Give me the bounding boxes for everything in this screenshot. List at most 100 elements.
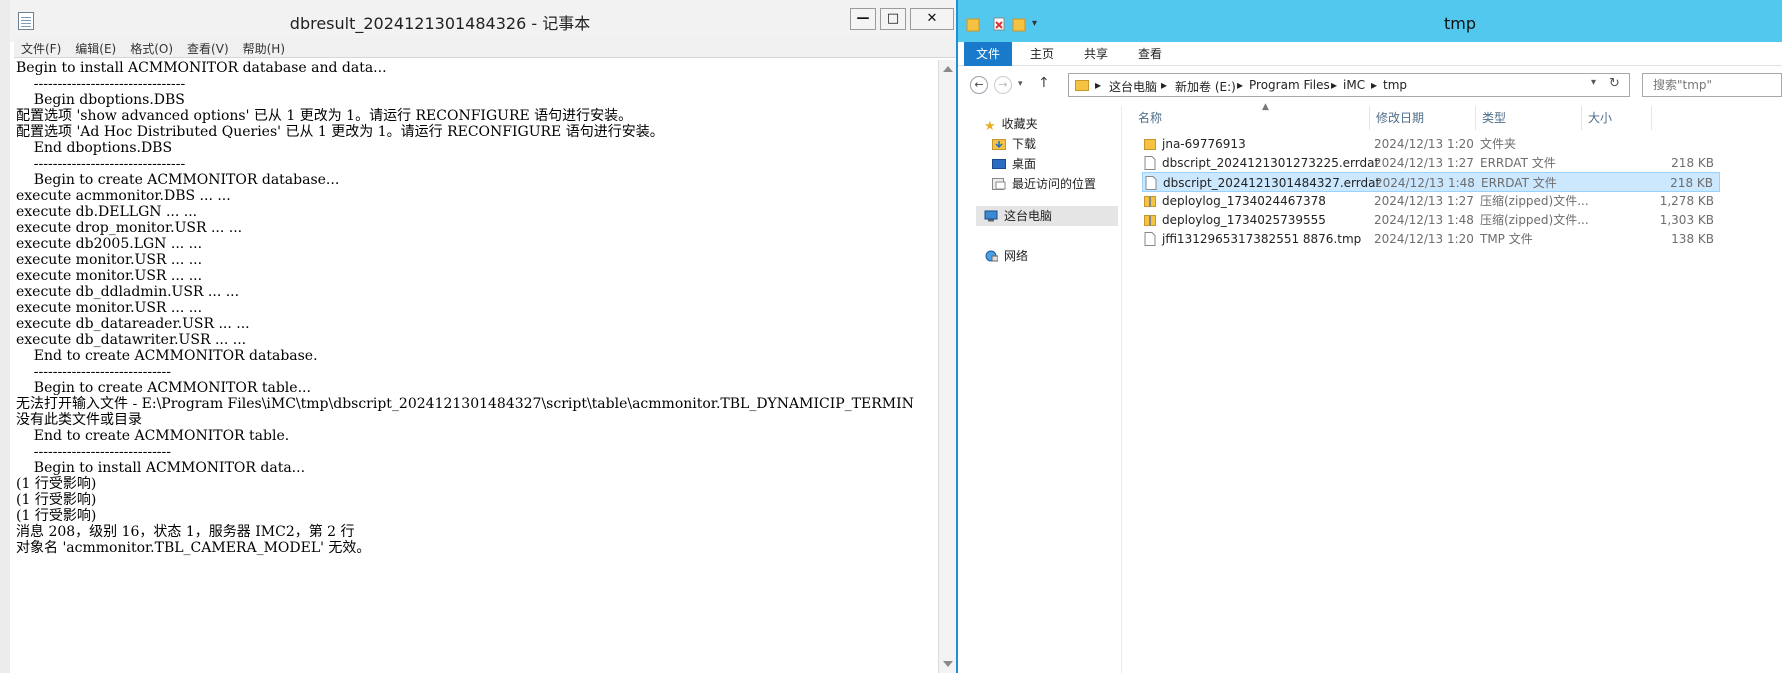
notepad-titlebar[interactable]: dbresult_2024121301484326 - 记事本 — □ ✕ [10, 0, 956, 42]
notepad-line: ----------------------------- [16, 444, 171, 460]
notepad-line: execute drop_monitor.USR ... ... [16, 220, 243, 236]
explorer-window: ▾ tmp 文件 主页 共享 查看 ← → ▾ ↑ ▸ 这台电脑 ▸ 新加卷 (… [956, 0, 1782, 673]
notepad-line: Begin to install ACMMONITOR database and… [16, 60, 387, 76]
nav-network[interactable]: 网络 [984, 246, 1028, 266]
file-size: 218 KB [1670, 176, 1713, 190]
explorer-title: tmp [1443, 14, 1476, 33]
breadcrumb-this-pc[interactable]: 这台电脑 [1109, 78, 1157, 95]
address-bar[interactable]: ▸ 这台电脑 ▸ 新加卷 (E:) ▸ Program Files ▸ iMC … [1068, 73, 1630, 97]
file-type: 文件夹 [1480, 137, 1517, 151]
nav-favorites[interactable]: ★ 收藏夹 [984, 114, 1038, 134]
notepad-line: Begin to create ACMMONITOR table... [16, 380, 311, 396]
breadcrumb-separator-icon: ▸ [1331, 78, 1338, 92]
notepad-line: execute db_ddladmin.USR ... ... [16, 284, 240, 300]
file-row[interactable]: jffi1312965317382551 8876.tmp 2024/12/13 … [1142, 229, 1720, 249]
menu-file[interactable]: 文件(F) [14, 39, 68, 58]
navigation-pane: ★ 收藏夹 下载 桌面 最近访问的位置 这台电脑 网络 [958, 106, 1122, 673]
zip-folder-icon [1144, 196, 1156, 207]
file-row[interactable]: dbscript_2024121301273225.errdat 2024/12/… [1142, 153, 1720, 173]
notepad-line: execute db.DELLGN ... ... [16, 204, 198, 220]
tab-share[interactable]: 共享 [1072, 42, 1120, 66]
folder-icon [1075, 80, 1089, 91]
notepad-line: End to create ACMMONITOR database. [16, 348, 318, 364]
file-icon [1144, 232, 1156, 246]
notepad-line: End dboptions.DBS [16, 140, 173, 156]
zip-folder-icon [1144, 215, 1156, 226]
notepad-text-area[interactable]: Begin to install ACMMONITOR database and… [16, 60, 936, 673]
desktop-icon [992, 159, 1006, 169]
file-type: TMP 文件 [1480, 232, 1533, 246]
notepad-line: 消息 208，级别 16，状态 1，服务器 IMC2，第 2 行 [16, 524, 355, 540]
refresh-icon[interactable]: ↻ [1609, 76, 1620, 91]
notepad-line: (1 行受影响) [16, 508, 97, 524]
file-name: dbscript_2024121301273225.errdat [1162, 156, 1380, 170]
back-icon[interactable]: ← [970, 76, 988, 94]
breadcrumb-imc[interactable]: iMC [1343, 78, 1365, 92]
notepad-line: execute db_datawriter.USR ... ... [16, 332, 247, 348]
menu-edit[interactable]: 编辑(E) [68, 39, 123, 58]
file-row[interactable]: deploylog_1734024467378 2024/12/13 1:27 压缩… [1142, 191, 1720, 211]
maximize-button[interactable]: □ [880, 8, 906, 30]
file-type: ERRDAT 文件 [1480, 156, 1556, 170]
search-input[interactable]: 搜索"tmp" [1642, 73, 1782, 97]
close-button[interactable]: ✕ [910, 8, 954, 30]
breadcrumb-drive[interactable]: 新加卷 (E:) [1175, 78, 1236, 95]
menu-format[interactable]: 格式(O) [123, 39, 180, 58]
file-date: 2024/12/13 1:48 [1375, 176, 1475, 190]
file-date: 2024/12/13 1:48 [1374, 213, 1474, 227]
network-icon [985, 250, 998, 262]
explorer-titlebar[interactable]: ▾ tmp [958, 0, 1782, 44]
file-size: 138 KB [1671, 232, 1714, 246]
notepad-line: Begin to install ACMMONITOR data... [16, 460, 306, 476]
scroll-up-icon[interactable] [943, 66, 953, 72]
column-date[interactable]: 修改日期 [1370, 106, 1476, 130]
file-name: jffi1312965317382551 8876.tmp [1162, 232, 1362, 246]
menu-help[interactable]: 帮助(H) [236, 39, 292, 58]
nav-recent-places[interactable]: 最近访问的位置 [992, 174, 1096, 194]
breadcrumb-separator-icon: ▸ [1161, 78, 1168, 92]
notepad-line: execute acmmonitor.DBS ... ... [16, 188, 231, 204]
notepad-line: End to create ACMMONITOR table. [16, 428, 290, 444]
tab-file[interactable]: 文件 [964, 42, 1013, 66]
notepad-line: 对象名 'acmmonitor.TBL_CAMERA_MODEL' 无效。 [16, 540, 371, 556]
file-row[interactable]: deploylog_1734025739555 2024/12/13 1:48 压缩… [1142, 210, 1720, 230]
nav-downloads[interactable]: 下载 [992, 134, 1036, 154]
notepad-line: execute monitor.USR ... ... [16, 252, 203, 268]
notepad-line: 没有此类文件或目录 [16, 412, 142, 428]
file-date: 2024/12/13 1:20 [1374, 232, 1474, 246]
notepad-line: -------------------------------- [16, 156, 186, 172]
column-name[interactable]: 名称 [1132, 106, 1370, 130]
file-icon [1145, 176, 1157, 190]
file-size: 1,303 KB [1659, 213, 1714, 227]
vertical-scrollbar[interactable] [938, 60, 956, 673]
nav-this-pc[interactable]: 这台电脑 [976, 206, 1118, 226]
notepad-line: execute db_datareader.USR ... ... [16, 316, 250, 332]
file-size: 1,278 KB [1659, 194, 1714, 208]
column-type[interactable]: 类型 [1476, 106, 1582, 130]
breadcrumb-tmp[interactable]: tmp [1383, 78, 1407, 92]
tab-view[interactable]: 查看 [1126, 42, 1174, 66]
notepad-window: dbresult_2024121301484326 - 记事本 — □ ✕ 文件… [0, 0, 956, 673]
breadcrumb-separator-icon: ▸ [1371, 78, 1378, 92]
breadcrumb-program-files[interactable]: Program Files [1249, 78, 1330, 92]
recent-locations-icon[interactable]: ▾ [1018, 79, 1023, 89]
minimize-button[interactable]: — [850, 8, 876, 30]
file-name: jna-69776913 [1162, 137, 1246, 151]
scroll-down-icon[interactable] [943, 661, 953, 667]
forward-icon[interactable]: → [994, 76, 1012, 94]
breadcrumb-separator-icon: ▸ [1237, 78, 1244, 92]
breadcrumb-separator-icon: ▸ [1095, 78, 1102, 92]
notepad-line: 配置选项 'show advanced options' 已从 1 更改为 1。… [16, 108, 633, 124]
address-dropdown-icon[interactable]: ▾ [1591, 77, 1596, 88]
up-icon[interactable]: ↑ [1038, 75, 1050, 91]
column-size[interactable]: 大小 [1582, 106, 1652, 130]
file-type: 压缩(zipped)文件... [1480, 213, 1589, 227]
file-name: deploylog_1734025739555 [1162, 213, 1326, 227]
tab-home[interactable]: 主页 [1018, 42, 1066, 66]
nav-desktop[interactable]: 桌面 [992, 154, 1036, 174]
file-date: 2024/12/13 1:20 [1374, 137, 1474, 151]
file-row[interactable]: dbscript_2024121301484327.errdat 2024/12/… [1142, 172, 1720, 192]
menu-view[interactable]: 查看(V) [180, 39, 236, 58]
file-row[interactable]: jna-69776913 2024/12/13 1:20 文件夹 [1142, 134, 1720, 154]
notepad-line: (1 行受影响) [16, 476, 97, 492]
